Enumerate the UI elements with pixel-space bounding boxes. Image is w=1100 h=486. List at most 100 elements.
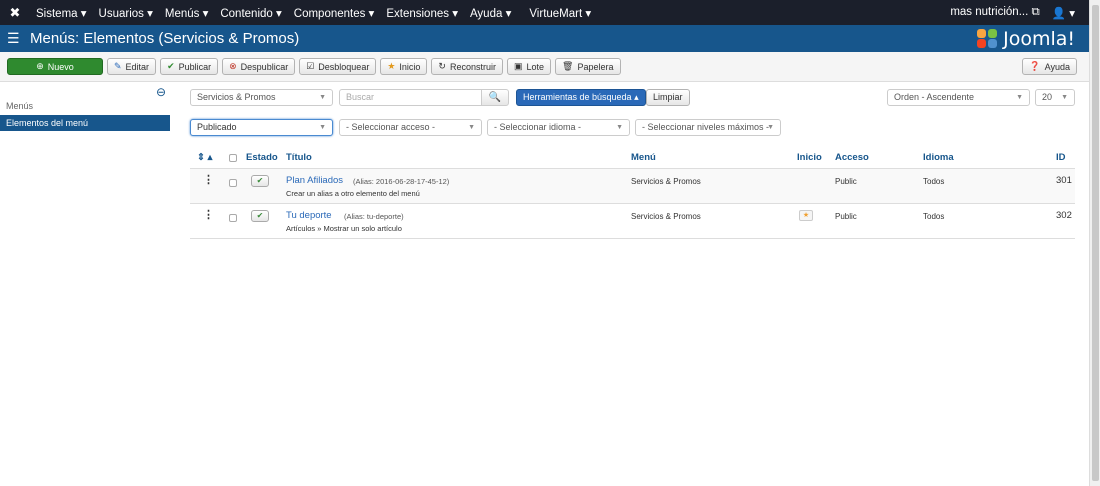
published-toggle[interactable]: ✔ (251, 210, 269, 222)
access-filter[interactable]: - Seleccionar acceso - ▼ (339, 119, 482, 136)
max-levels-filter-value: - Seleccionar niveles máximos - (642, 122, 770, 132)
title-header[interactable]: Título (286, 152, 312, 163)
ordering-select[interactable]: Orden - Ascendente ▼ (887, 89, 1030, 106)
search-button[interactable]: 🔍 (481, 89, 509, 106)
limit-select[interactable]: 20 ▼ (1035, 89, 1075, 106)
unpublish-button-label: Despublicar (240, 61, 289, 72)
search-tools-button[interactable]: Herramientas de búsqueda ▴ (516, 89, 646, 106)
menu-componentes[interactable]: Componentes ▾ (288, 6, 381, 20)
unlock-button-label: Desbloquear (318, 61, 370, 72)
menu-sistema[interactable]: Sistema ▾ (30, 6, 93, 20)
row-checkbox[interactable] (229, 214, 237, 222)
item-alias: (Alias: tu-deporte) (344, 212, 404, 221)
rebuild-button-label: Reconstruir (449, 61, 496, 72)
item-menu: Servicios & Promos (631, 212, 701, 221)
unlock-button[interactable]: ☑ Desbloquear (299, 58, 377, 75)
main-menu: Sistema ▾ Usuarios ▾ Menús ▾ Contenido ▾… (30, 6, 597, 20)
menu-items-table: ⇕ ▴ Estado Título Menú Inicio Acceso Idi… (190, 147, 1075, 239)
page-header: ☰ Menús: Elementos (Servicios & Promos) … (0, 25, 1089, 52)
joomla-logo-icon[interactable]: ✖ (0, 5, 30, 21)
item-id: 302 (1056, 210, 1072, 221)
item-type: Artículos » Mostrar un solo artículo (286, 224, 402, 233)
chevron-down-icon: ▼ (468, 124, 475, 131)
item-title-link[interactable]: Tu deporte (286, 210, 332, 221)
help-button[interactable]: ❓ Ayuda (1022, 58, 1077, 75)
menu-extensiones[interactable]: Extensiones ▾ (380, 6, 464, 20)
sort-ordering-header[interactable]: ⇕ ▴ (197, 152, 212, 163)
check-icon: ✔ (256, 211, 264, 220)
page-title: Menús: Elementos (Servicios & Promos) (30, 30, 300, 47)
menu-usuarios[interactable]: Usuarios ▾ (93, 6, 159, 20)
search-placeholder: Buscar (346, 92, 375, 102)
home-star-icon[interactable]: ★ (799, 210, 813, 221)
user-menu[interactable]: 👤 ▾ (1046, 6, 1081, 20)
scrollbar-thumb[interactable] (1092, 5, 1099, 481)
select-all-checkbox[interactable] (229, 154, 237, 162)
menu-virtuemart[interactable]: VirtueMart ▾ (517, 6, 597, 20)
sidebar-item-menu-items[interactable]: Elementos del menú (0, 115, 170, 131)
sidebar: ⊖ Menús Elementos del menú (0, 82, 170, 486)
unpublish-button[interactable]: ⊗ Despublicar (222, 58, 296, 75)
menu-select-value: Servicios & Promos (197, 92, 276, 102)
publish-button[interactable]: ✔ Publicar (160, 58, 219, 75)
drag-handle-icon[interactable]: ⋮ (203, 173, 214, 186)
toolbar: ⊕ Nuevo ✎ Editar ✔ Publicar ⊗ Despublicar ☑ D… (0, 52, 1089, 82)
checkbox-icon: ☑ (306, 61, 315, 71)
menu-menus[interactable]: Menús ▾ (159, 6, 214, 20)
edit-icon: ✎ (114, 61, 122, 71)
status-header[interactable]: Estado (246, 152, 278, 163)
page-scrollbar[interactable] (1089, 0, 1100, 486)
rebuild-button[interactable]: ↻ Reconstruir (431, 58, 503, 75)
home-button[interactable]: ★ Inicio (380, 58, 428, 75)
list-icon: ☰ (7, 30, 20, 46)
item-language: Todos (923, 212, 945, 221)
batch-button-label: Lote (526, 61, 545, 72)
home-button-label: Inicio (399, 61, 421, 72)
question-icon: ❓ (1029, 61, 1041, 71)
chevron-down-icon: ▼ (616, 124, 623, 131)
check-icon: ✔ (256, 176, 264, 185)
home-header[interactable]: Inicio (797, 152, 822, 163)
ordering-select-value: Orden - Ascendente (894, 92, 975, 102)
batch-button[interactable]: ▣ Lote (506, 58, 552, 75)
language-header[interactable]: Idioma (923, 152, 954, 163)
search-input[interactable]: Buscar (339, 89, 482, 106)
clear-button[interactable]: Limpiar (646, 89, 690, 106)
trash-button-label: Papelera (577, 61, 614, 72)
item-alias: (Alias: 2016-06-28-17-45-12) (353, 177, 450, 186)
id-header[interactable]: ID (1056, 152, 1066, 163)
menu-ayuda[interactable]: Ayuda ▾ (464, 6, 517, 20)
table-row: ⋮ ✔ Plan Afiliados (Alias: 2016-06-28-17… (190, 169, 1075, 204)
topnav-right: mas nutrición... ⧉ 👤 ▾ (944, 6, 1089, 20)
joomla-mark-icon (977, 28, 999, 49)
published-toggle[interactable]: ✔ (251, 175, 269, 187)
table-header: ⇕ ▴ Estado Título Menú Inicio Acceso Idi… (190, 147, 1075, 169)
new-button[interactable]: ⊕ Nuevo (7, 58, 103, 75)
drag-handle-icon[interactable]: ⋮ (203, 208, 214, 221)
sidebar-heading-menus[interactable]: Menús (6, 101, 33, 111)
menu-header[interactable]: Menú (631, 152, 656, 163)
item-id: 301 (1056, 175, 1072, 186)
site-link[interactable]: mas nutrición... ⧉ (944, 6, 1045, 19)
menu-contenido[interactable]: Contenido ▾ (214, 6, 287, 20)
trash-button[interactable]: 🗑 Papelera (555, 58, 621, 75)
published-filter-value: Publicado (197, 122, 237, 132)
item-title-link[interactable]: Plan Afiliados (286, 175, 343, 186)
batch-icon: ▣ (513, 61, 523, 71)
collapse-sidebar-icon[interactable]: ⊖ (156, 85, 166, 99)
max-levels-filter[interactable]: - Seleccionar niveles máximos - ▼ (635, 119, 781, 136)
joomla-logo: Joomla! (977, 28, 1089, 50)
admin-menu-bar: ✖ Sistema ▾ Usuarios ▾ Menús ▾ Contenido… (0, 0, 1089, 25)
access-header[interactable]: Acceso (835, 152, 869, 163)
access-filter-value: - Seleccionar acceso - (346, 122, 436, 132)
published-filter[interactable]: Publicado ▼ (190, 119, 333, 136)
plus-icon: ⊕ (36, 61, 44, 71)
edit-button-label: Editar (125, 61, 150, 72)
check-icon: ✔ (167, 61, 175, 71)
menu-select[interactable]: Servicios & Promos ▼ (190, 89, 333, 106)
publish-button-label: Publicar (178, 61, 212, 72)
chevron-down-icon: ▼ (319, 94, 326, 101)
row-checkbox[interactable] (229, 179, 237, 187)
edit-button[interactable]: ✎ Editar (107, 58, 157, 75)
language-filter[interactable]: - Seleccionar idioma - ▼ (487, 119, 630, 136)
